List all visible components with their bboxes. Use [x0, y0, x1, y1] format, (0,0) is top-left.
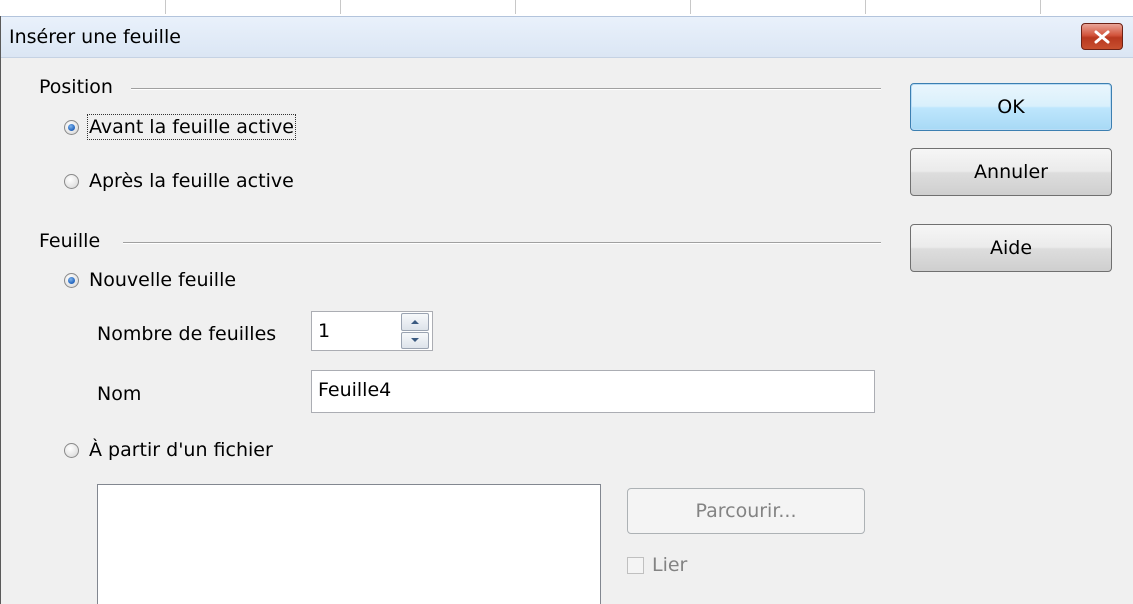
spin-down-icon	[411, 338, 419, 343]
radio-after-active-sheet[interactable]: Après la feuille active	[64, 170, 294, 192]
close-icon	[1094, 30, 1110, 43]
ok-button[interactable]: OK	[910, 83, 1112, 131]
radio-button[interactable]	[64, 272, 79, 288]
browse-button[interactable]: Parcourir...	[627, 488, 865, 534]
spin-down-button[interactable]	[401, 331, 429, 349]
position-group-label: Position	[39, 76, 119, 98]
cancel-button-label: Annuler	[974, 161, 1048, 183]
sheet-group-separator	[123, 242, 881, 244]
background-column-divider	[690, 0, 691, 14]
sheet-group-label: Feuille	[39, 230, 107, 252]
background-column-divider	[340, 0, 341, 14]
browse-button-label: Parcourir...	[695, 500, 797, 522]
link-checkbox-row[interactable]: Lier	[627, 554, 687, 576]
radio-label-after: Après la feuille active	[89, 170, 294, 192]
dialog-title: Insérer une feuille	[9, 26, 181, 48]
close-button[interactable]	[1081, 23, 1123, 50]
sheet-name-value: Feuille4	[318, 379, 392, 401]
ok-button-label: OK	[997, 96, 1025, 118]
sheet-count-stepper[interactable]	[401, 313, 429, 349]
sheet-name-input[interactable]: Feuille4	[311, 370, 875, 413]
sheet-count-label: Nombre de feuilles	[97, 323, 277, 345]
insert-sheet-dialog: Insérer une feuille Position Avant la fe…	[0, 16, 1133, 604]
radio-label-new-sheet: Nouvelle feuille	[89, 269, 237, 291]
background-sheet-area	[0, 0, 1133, 16]
spin-up-button[interactable]	[401, 313, 429, 331]
background-column-divider	[165, 0, 166, 14]
help-button-label: Aide	[989, 237, 1033, 259]
radio-label-from-file: À partir d'un fichier	[89, 439, 273, 461]
background-column-divider	[515, 0, 516, 14]
file-sheet-listbox[interactable]	[97, 484, 601, 604]
radio-label-before: Avant la feuille active	[86, 114, 297, 140]
radio-button[interactable]	[64, 119, 79, 135]
radio-before-active-sheet[interactable]: Avant la feuille active	[64, 114, 297, 140]
cancel-button[interactable]: Annuler	[910, 148, 1112, 196]
help-button[interactable]: Aide	[910, 224, 1112, 272]
sheet-name-label: Nom	[97, 383, 142, 405]
background-column-divider	[1040, 0, 1041, 14]
link-checkbox-label: Lier	[652, 554, 688, 576]
link-checkbox[interactable]	[627, 556, 644, 574]
sheet-count-value: 1	[318, 320, 331, 342]
title-bar: Insérer une feuille	[1, 16, 1133, 58]
radio-button[interactable]	[64, 442, 79, 458]
position-group-separator	[131, 88, 881, 90]
spin-up-icon	[411, 319, 419, 324]
background-column-divider	[865, 0, 866, 14]
radio-from-file[interactable]: À partir d'un fichier	[64, 439, 273, 461]
radio-button[interactable]	[64, 173, 79, 189]
radio-new-sheet[interactable]: Nouvelle feuille	[64, 269, 236, 291]
